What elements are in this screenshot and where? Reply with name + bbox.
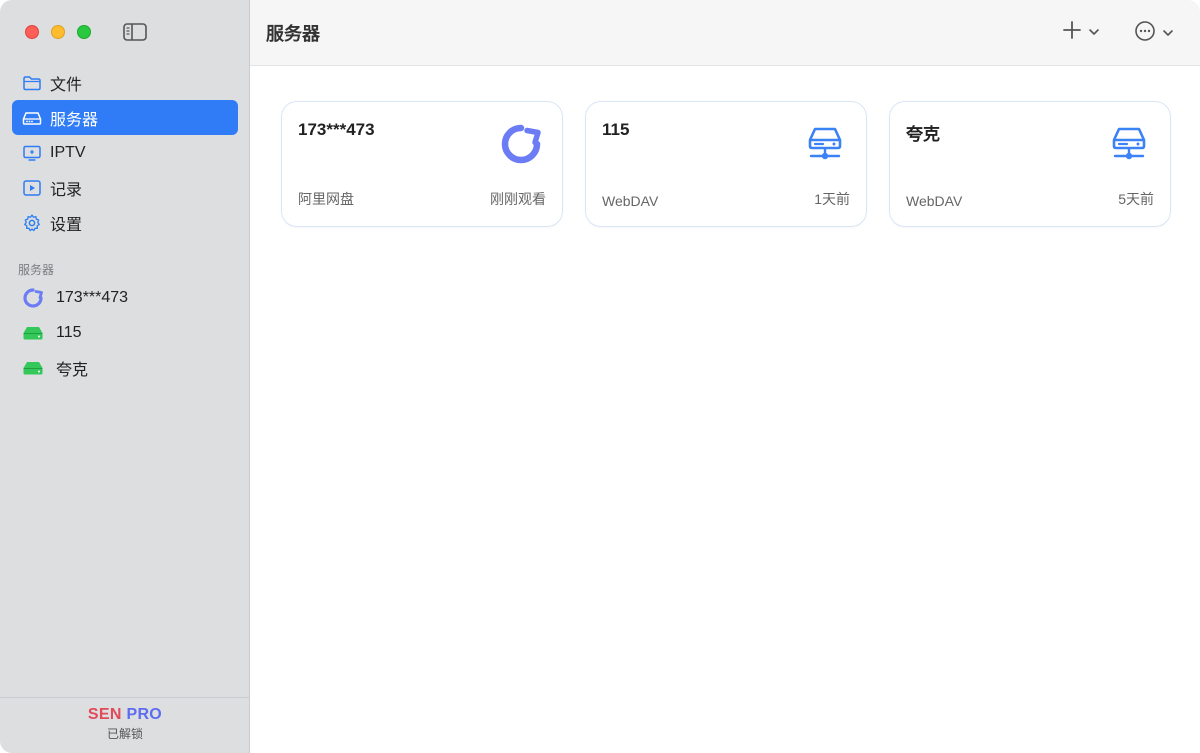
sidebar-item-label: 文件 (50, 76, 83, 94)
play-square-icon (22, 178, 42, 198)
servers-section-title: 服务器 (18, 263, 55, 277)
close-window-button[interactable] (25, 25, 39, 39)
toolbar: 服务器 (250, 0, 1200, 66)
main-content: 服务器 173***473 阿里网盘 刚刚观看 115 WebDAV 1天前 夸… (250, 0, 1200, 753)
sidebar-item-iptv[interactable]: IPTV (12, 135, 238, 170)
server-item-quark[interactable]: 夸克 (12, 350, 238, 385)
brand-logo: SEN PRO (87, 706, 163, 723)
zoom-window-button[interactable] (77, 25, 91, 39)
card-title: 夸克 (906, 125, 940, 144)
sidebar: 文件 服务器 IPTV 记录 设置 服务器 173***473 115 夸克 S… (0, 0, 250, 753)
sidebar-nav: 文件 服务器 IPTV 记录 设置 (12, 65, 238, 240)
aliyun-drive-icon (22, 287, 44, 309)
plus-icon (1062, 20, 1082, 45)
tv-icon (22, 143, 42, 163)
server-item-115[interactable]: 115 (12, 315, 238, 350)
server-card[interactable]: 115 WebDAV 1天前 (585, 101, 867, 227)
chevron-down-icon (1088, 24, 1100, 42)
app-window: 文件 服务器 IPTV 记录 设置 服务器 173***473 115 夸克 S… (0, 0, 1200, 753)
card-last-watched: 5天前 (1118, 191, 1154, 207)
license-status: 已解锁 (106, 727, 143, 741)
sidebar-item-label: 记录 (50, 181, 83, 199)
green-drive-icon (22, 357, 44, 379)
card-type: WebDAV (906, 193, 963, 209)
server-item-label: 115 (56, 323, 82, 341)
server-item-label: 夸克 (56, 361, 89, 379)
sidebar-item-files[interactable]: 文件 (12, 65, 238, 100)
sidebar-item-settings[interactable]: 设置 (12, 205, 238, 240)
green-drive-icon (22, 322, 44, 344)
folder-icon (22, 73, 42, 93)
add-server-button[interactable] (1062, 20, 1100, 45)
sidebar-toggle-icon[interactable] (123, 22, 147, 42)
server-card[interactable]: 夸克 WebDAV 5天前 (889, 101, 1171, 227)
webdav-server-icon (1107, 122, 1151, 166)
minimize-window-button[interactable] (51, 25, 65, 39)
webdav-server-icon (803, 122, 847, 166)
card-type: 阿里网盘 (298, 191, 354, 207)
sidebar-item-label: IPTV (50, 143, 86, 161)
server-card[interactable]: 173***473 阿里网盘 刚刚观看 (281, 101, 563, 227)
aliyun-drive-icon (499, 122, 543, 166)
server-cards: 173***473 阿里网盘 刚刚观看 115 WebDAV 1天前 夸克 We… (281, 101, 1171, 227)
sidebar-item-history[interactable]: 记录 (12, 170, 238, 205)
server-item-aliyun[interactable]: 173***473 (12, 280, 238, 315)
ellipsis-circle-icon (1134, 20, 1156, 47)
sidebar-footer[interactable]: SEN PRO 已解锁 (0, 697, 250, 753)
gear-icon (22, 213, 42, 233)
chevron-down-icon (1162, 25, 1174, 43)
card-last-watched: 刚刚观看 (490, 191, 546, 207)
sidebar-item-label: 设置 (50, 216, 83, 234)
server-item-label: 173***473 (56, 288, 129, 306)
server-list: 173***473 115 夸克 (12, 280, 238, 385)
window-controls (25, 25, 91, 39)
card-last-watched: 1天前 (814, 191, 850, 207)
card-title: 115 (602, 120, 630, 139)
sidebar-item-label: 服务器 (50, 111, 99, 129)
more-options-button[interactable] (1134, 20, 1174, 47)
sidebar-item-servers[interactable]: 服务器 (12, 100, 238, 135)
card-title: 173***473 (298, 120, 375, 139)
card-type: WebDAV (602, 193, 659, 209)
page-title: 服务器 (266, 23, 320, 44)
server-drive-icon (22, 108, 42, 128)
